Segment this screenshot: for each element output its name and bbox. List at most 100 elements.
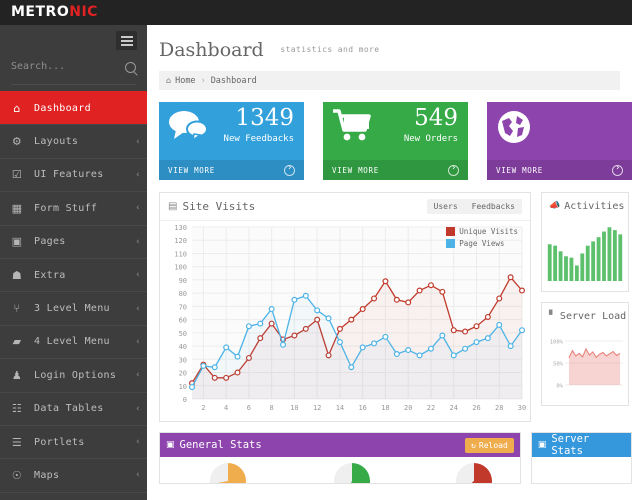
svg-text:100%: 100% (550, 340, 564, 346)
stat-card-description: New Orders (403, 134, 458, 144)
svg-text:26: 26 (472, 404, 480, 412)
stat-card-footer[interactable]: VIEW MORE (323, 160, 468, 180)
stat-card-body (487, 102, 632, 160)
shopping-cart-icon (332, 109, 372, 149)
breadcrumb-home[interactable]: Home (175, 76, 195, 86)
home-icon: ⌂ (166, 76, 172, 85)
general-stats-portlet: ▣ General Stats ↻ Reload (159, 432, 521, 484)
site-visits-title: Site Visits (182, 200, 256, 213)
main-widgets-row: ▤ Site Visits Users Feedbacks 0 10 20 30 40 5… (147, 180, 632, 422)
arrow-right-icon (284, 163, 295, 176)
view-more-label: VIEW MORE (168, 165, 215, 175)
chevron-left-icon: ‹ (136, 236, 140, 247)
bottom-widgets-row: ▣ General Stats ↻ Reload ▣ Server Stats (147, 422, 632, 484)
page-title: Dashboard (159, 39, 264, 61)
sidebar-item-label: 4 Level Menu (34, 336, 110, 348)
stat-card-footer[interactable]: VIEW MORE (159, 160, 304, 180)
donut-chart (210, 463, 246, 483)
dashboard-page: METRONIC ⌂ Dashboard ⚙ Layouts ‹ ☑ UI Features… (0, 0, 632, 500)
svg-text:100: 100 (174, 264, 187, 272)
activities-portlet: 📣 Activities (541, 192, 629, 292)
chevron-left-icon: ‹ (136, 270, 140, 281)
sidebar-item-label: Login Options (34, 369, 117, 381)
reload-button[interactable]: ↻ Reload (465, 437, 514, 453)
server-load-area-chart: 100% 50% 0% (550, 340, 623, 390)
stat-card-body: 549 New Orders (323, 102, 468, 160)
stat-card-footer[interactable]: VIEW MORE (487, 160, 632, 180)
svg-text:80: 80 (179, 290, 187, 298)
activities-body (542, 219, 628, 291)
hamburger-icon-bar (120, 43, 133, 46)
globe-icon (498, 111, 530, 143)
search-icon[interactable] (125, 62, 136, 73)
svg-text:24: 24 (450, 404, 458, 412)
sidebar-item-label: Maps (34, 469, 60, 481)
svg-text:90: 90 (179, 277, 187, 285)
sidebar-search (11, 58, 136, 85)
sidebar-item-extra[interactable]: ☗ Extra ‹ (0, 257, 147, 291)
tab-users[interactable]: Users (426, 199, 465, 214)
arrow-right-icon (612, 163, 623, 176)
activities-title: Activities (564, 200, 625, 212)
sidebar-menu: ⌂ Dashboard ⚙ Layouts ‹ ☑ UI Features ‹ ▦ Form St… (0, 91, 154, 500)
sidebar-item-form-stuff[interactable]: ▦ Form Stuff ‹ (0, 191, 147, 224)
svg-text:4: 4 (224, 404, 228, 412)
site-visits-portlet: ▤ Site Visits Users Feedbacks 0 10 20 30 40 5… (159, 192, 531, 422)
app-logo[interactable]: METRONIC (11, 4, 98, 20)
search-input[interactable] (11, 61, 121, 72)
svg-text:120: 120 (174, 237, 187, 245)
gift-icon: ☗ (11, 268, 23, 282)
arrow-right-icon (448, 163, 459, 176)
sidebar-item-layouts[interactable]: ⚙ Layouts ‹ (0, 124, 147, 157)
stat-card[interactable]: 549 New Orders VIEW MORE (323, 102, 468, 180)
site-visits-header: ▤ Site Visits Users Feedbacks (160, 193, 530, 221)
chevron-left-icon: ‹ (136, 136, 140, 147)
sidebar-item-pages[interactable]: ▣ Pages ‹ (0, 224, 147, 258)
stat-card[interactable]: 1349 New Feedbacks VIEW MORE (159, 102, 304, 180)
sitemap-icon: ⑂ (13, 302, 21, 316)
sidebar-item-portlets[interactable]: ☰ Portlets ‹ (0, 424, 147, 458)
svg-text:12: 12 (313, 404, 321, 412)
sidebar-item-4-level-menu[interactable]: ▰ 4 Level Menu ‹ (0, 324, 147, 358)
globe-icon (496, 109, 532, 151)
svg-text:10: 10 (179, 383, 187, 391)
server-stats-title-group: ▣ Server Stats (538, 433, 625, 457)
sidebar-item-maps[interactable]: ☉ Maps ‹ (0, 458, 147, 491)
calendar-icon: ▣ (537, 440, 547, 450)
site-visits-chart[interactable]: 0 10 20 30 40 50 60 70 80 90 100 110 120 130 2 4 6 8 10 12 1… (160, 221, 530, 421)
right-widgets-column: 📣 Activities ▘ Server Load 100% 50% 0% (541, 192, 629, 422)
svg-text:6: 6 (247, 404, 251, 412)
tab-feedbacks[interactable]: Feedbacks (464, 199, 522, 214)
svg-text:10: 10 (290, 404, 298, 412)
svg-text:50%: 50% (553, 362, 564, 368)
sidebar-item-data-tables[interactable]: ☷ Data Tables ‹ (0, 391, 147, 425)
server-load-title: Server Load (559, 310, 627, 322)
sidebar-item-login-options[interactable]: ♟ Login Options ‹ (0, 358, 147, 391)
home-icon: ⌂ (13, 101, 21, 115)
sidebar-item-visual-charts[interactable]: ▤Visual Charts (0, 491, 147, 500)
main-content: Dashboard statistics and more ⌂ Home › D… (147, 25, 632, 500)
svg-text:8: 8 (270, 404, 274, 412)
map-marker-icon: ☉ (11, 468, 23, 482)
chevron-left-icon: ‹ (136, 370, 140, 381)
svg-text:28: 28 (495, 404, 503, 412)
donut-chart (334, 463, 370, 483)
sidebar-item-dashboard[interactable]: ⌂ Dashboard (0, 91, 154, 125)
sidebar-item-ui-features[interactable]: ☑ UI Features ‹ (0, 157, 147, 191)
svg-text:20: 20 (179, 370, 187, 378)
sidebar-toggle-row (0, 25, 147, 58)
sidebar-toggle-button[interactable] (116, 31, 137, 50)
top-bar: METRONIC (0, 0, 632, 25)
server-stats-portlet: ▣ Server Stats (530, 432, 632, 484)
folder-icon: ▰ (12, 335, 22, 349)
briefcase-icon: ▣ (11, 235, 23, 249)
svg-text:70: 70 (179, 303, 187, 311)
stat-card[interactable]: VIEW MORE (487, 102, 632, 180)
stat-card-description: New Feedbacks (223, 134, 294, 144)
general-stats-body (160, 457, 520, 483)
sidebar-item-label: Form Stuff (34, 202, 98, 214)
server-load-body: 100% 50% 0% (542, 329, 628, 405)
sidebar-item-3-level-menu[interactable]: ⑂ 3 Level Menu ‹ (0, 291, 147, 324)
server-load-header: ▘ Server Load (542, 303, 628, 329)
user-icon: ♟ (11, 368, 23, 382)
